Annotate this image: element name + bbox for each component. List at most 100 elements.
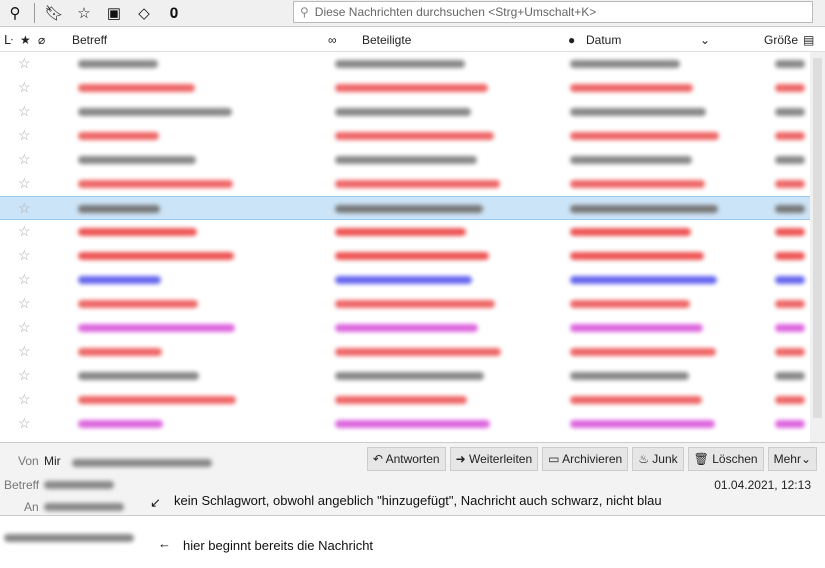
scrollbar-thumb[interactable]	[813, 58, 822, 418]
attachment-filter-icon[interactable]: 𝟎	[159, 5, 189, 22]
star-icon[interactable]: ☆	[18, 343, 31, 360]
scrollbar[interactable]	[810, 52, 825, 442]
redacted-size	[775, 372, 805, 380]
from-value[interactable]: Mir	[44, 454, 61, 468]
left-arrow-icon: ←	[158, 536, 171, 551]
junk-label: Junk	[652, 452, 678, 466]
to-label: An	[24, 500, 39, 514]
redacted-size	[775, 420, 805, 428]
unread-column-icon[interactable]: ∞	[328, 33, 337, 47]
redacted-subject	[78, 180, 233, 188]
redacted-date	[570, 324, 703, 332]
redacted-participant	[335, 276, 472, 284]
star-icon[interactable]: ☆	[18, 415, 31, 432]
star-icon[interactable]: ☆	[18, 79, 31, 96]
column-participants[interactable]: Beteiligte	[362, 33, 411, 47]
star-filter-icon[interactable]: ☆	[69, 4, 99, 22]
column-subject[interactable]: Betreff	[72, 33, 107, 47]
redacted-date	[570, 396, 702, 404]
table-row[interactable]: ☆	[0, 412, 810, 436]
table-row[interactable]: ☆	[0, 268, 810, 292]
table-row[interactable]: ☆	[0, 292, 810, 316]
junk-column-icon[interactable]: ●	[568, 33, 575, 47]
sort-chevron-icon[interactable]: ⌄	[700, 33, 710, 47]
tag-filter-icon[interactable]: ◇	[129, 4, 159, 22]
redacted-size	[775, 324, 805, 332]
star-icon[interactable]: ☆	[18, 55, 31, 72]
table-row[interactable]: ☆	[0, 196, 810, 220]
star-icon[interactable]: ☆	[18, 223, 31, 240]
table-row[interactable]: ☆	[0, 148, 810, 172]
redacted-date	[570, 84, 693, 92]
unread-filter-icon[interactable]: 🔖︎	[39, 4, 69, 22]
star-icon[interactable]: ☆	[18, 295, 31, 312]
reply-button[interactable]: ↶ Antworten	[366, 447, 446, 471]
redacted-recipient	[44, 503, 124, 511]
star-icon[interactable]: ☆	[18, 127, 31, 144]
table-row[interactable]: ☆	[0, 76, 810, 100]
column-picker-icon[interactable]: ▤	[803, 33, 814, 47]
redacted-size	[775, 205, 805, 213]
star-icon[interactable]: ☆	[18, 175, 31, 192]
attachment-column-icon[interactable]: ⌀	[38, 33, 45, 47]
redacted-subject	[78, 60, 158, 68]
star-icon[interactable]: ☆	[18, 200, 31, 217]
delete-button[interactable]: 🗑︎ Löschen	[687, 447, 764, 471]
redacted-size	[775, 108, 805, 116]
redacted-participant	[335, 156, 477, 164]
column-date[interactable]: Datum	[586, 33, 621, 47]
table-row[interactable]: ☆	[0, 340, 810, 364]
star-icon[interactable]: ☆	[18, 367, 31, 384]
star-icon[interactable]: ☆	[18, 391, 31, 408]
star-icon[interactable]: ☆	[18, 271, 31, 288]
redacted-size	[775, 60, 805, 68]
table-row[interactable]: ☆	[0, 316, 810, 340]
pin-icon[interactable]: ⚲	[0, 4, 30, 22]
redacted-sender	[72, 459, 212, 467]
thread-column-icon[interactable]: ᒷ	[4, 33, 13, 47]
redacted-date	[570, 420, 715, 428]
search-icon: ⚲	[300, 5, 309, 19]
star-icon[interactable]: ☆	[18, 151, 31, 168]
redacted-date	[570, 300, 690, 308]
table-row[interactable]: ☆	[0, 388, 810, 412]
redacted-participant	[335, 252, 489, 260]
star-icon[interactable]: ☆	[18, 319, 31, 336]
redacted-subject	[78, 156, 196, 164]
table-row[interactable]: ☆	[0, 364, 810, 388]
star-icon[interactable]: ☆	[18, 103, 31, 120]
redacted-participant	[335, 396, 467, 404]
contact-filter-icon[interactable]: ▣	[99, 4, 129, 22]
search-input[interactable]: ⚲ Diese Nachrichten durchsuchen <Strg+Ums…	[293, 1, 813, 23]
redacted-participant	[335, 108, 471, 116]
redacted-participant	[335, 228, 466, 236]
forward-label: Weiterleiten	[469, 452, 533, 466]
redacted-size	[775, 276, 805, 284]
star-column-icon[interactable]: ★	[20, 33, 31, 47]
redacted-subject	[78, 228, 197, 236]
more-button[interactable]: Mehr⌄	[767, 447, 817, 471]
table-row[interactable]: ☆	[0, 124, 810, 148]
redacted-subject	[78, 84, 195, 92]
table-row[interactable]: ☆	[0, 52, 810, 76]
redacted-date	[570, 348, 716, 356]
table-row[interactable]: ☆	[0, 100, 810, 124]
redacted-size	[775, 132, 805, 140]
redacted-date	[570, 205, 718, 213]
star-icon[interactable]: ☆	[18, 247, 31, 264]
message-list: ☆ ☆ ☆ ☆ ☆ ☆ ☆ ☆ ☆ ☆ ☆ ☆ ☆ ☆ ☆ ☆	[0, 52, 810, 442]
table-row[interactable]: ☆	[0, 220, 810, 244]
junk-button[interactable]: ♨ Junk	[632, 447, 684, 471]
redacted-body	[4, 534, 134, 542]
message-header: Von Mir Betreff 01.04.2021, 12:13 An ↙ k…	[0, 442, 825, 516]
redacted-participant	[335, 348, 501, 356]
table-row[interactable]: ☆	[0, 172, 810, 196]
redacted-subject	[78, 205, 160, 213]
redacted-date	[570, 108, 706, 116]
redacted-size	[775, 348, 805, 356]
forward-button[interactable]: ➜ Weiterleiten	[449, 447, 539, 471]
archive-button[interactable]: ▭ Archivieren	[542, 447, 629, 471]
column-size[interactable]: Größe	[764, 33, 798, 47]
table-row[interactable]: ☆	[0, 244, 810, 268]
divider	[34, 3, 35, 23]
